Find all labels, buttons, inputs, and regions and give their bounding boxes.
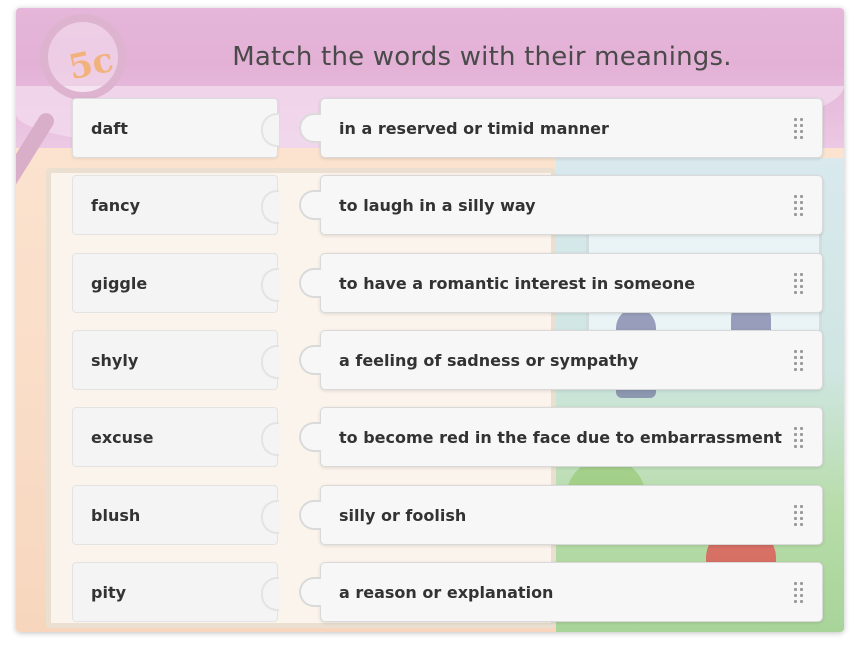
puzzle-tab	[299, 422, 321, 452]
puzzle-slot	[261, 268, 279, 302]
drag-grip-icon[interactable]	[794, 427, 804, 449]
word-card[interactable]: shyly	[72, 330, 279, 390]
word-label: pity	[91, 583, 127, 602]
word-label: shyly	[91, 351, 139, 370]
puzzle-tab	[299, 345, 321, 375]
definition-label: silly or foolish	[339, 506, 467, 525]
definition-label: to become red in the face due to embarra…	[339, 428, 782, 447]
word-label: blush	[91, 506, 141, 525]
word-card[interactable]: fancy	[72, 175, 279, 235]
puzzle-slot	[261, 500, 279, 534]
definition-card[interactable]: to laugh in a silly way	[299, 175, 823, 235]
definition-card[interactable]: in a reserved or timid manner	[299, 98, 823, 158]
word-card[interactable]: pity	[72, 562, 279, 622]
word-card[interactable]: giggle	[72, 253, 279, 313]
word-card[interactable]: excuse	[72, 407, 279, 467]
drag-grip-icon[interactable]	[794, 273, 804, 295]
definition-label: to have a romantic interest in someone	[339, 274, 696, 293]
puzzle-slot	[261, 345, 279, 379]
word-card[interactable]: daft	[72, 98, 279, 158]
definition-card[interactable]: a reason or explanation	[299, 562, 823, 622]
drag-grip-icon[interactable]	[794, 195, 804, 217]
definition-card[interactable]: a feeling of sadness or sympathy	[299, 330, 823, 390]
word-label: excuse	[91, 428, 154, 447]
drag-grip-icon[interactable]	[794, 582, 804, 604]
word-label: fancy	[91, 196, 141, 215]
puzzle-tab	[299, 113, 321, 143]
definition-label: a reason or explanation	[339, 583, 554, 602]
word-label: giggle	[91, 274, 148, 293]
puzzle-tab	[299, 190, 321, 220]
puzzle-slot	[261, 190, 279, 224]
drag-grip-icon[interactable]	[794, 505, 804, 527]
puzzle-slot	[261, 577, 279, 611]
activity-frame: 5c Match the words with their meanings. …	[16, 8, 844, 632]
drag-grip-icon[interactable]	[794, 118, 804, 140]
word-card[interactable]: blush	[72, 485, 279, 545]
puzzle-tab	[299, 500, 321, 530]
definition-label: to laugh in a silly way	[339, 196, 536, 215]
puzzle-tab	[299, 268, 321, 298]
notice-board-illustration	[46, 168, 556, 628]
definition-label: in a reserved or timid manner	[339, 119, 609, 138]
definition-card[interactable]: to become red in the face due to embarra…	[299, 407, 823, 467]
puzzle-slot	[261, 113, 279, 147]
instructions-title: Match the words with their meanings.	[232, 42, 732, 72]
definition-label: a feeling of sadness or sympathy	[339, 351, 639, 370]
definition-card[interactable]: silly or foolish	[299, 485, 823, 545]
puzzle-slot	[261, 422, 279, 456]
puzzle-tab	[299, 577, 321, 607]
definition-card[interactable]: to have a romantic interest in someone	[299, 253, 823, 313]
drag-grip-icon[interactable]	[794, 350, 804, 372]
word-label: daft	[91, 119, 128, 138]
